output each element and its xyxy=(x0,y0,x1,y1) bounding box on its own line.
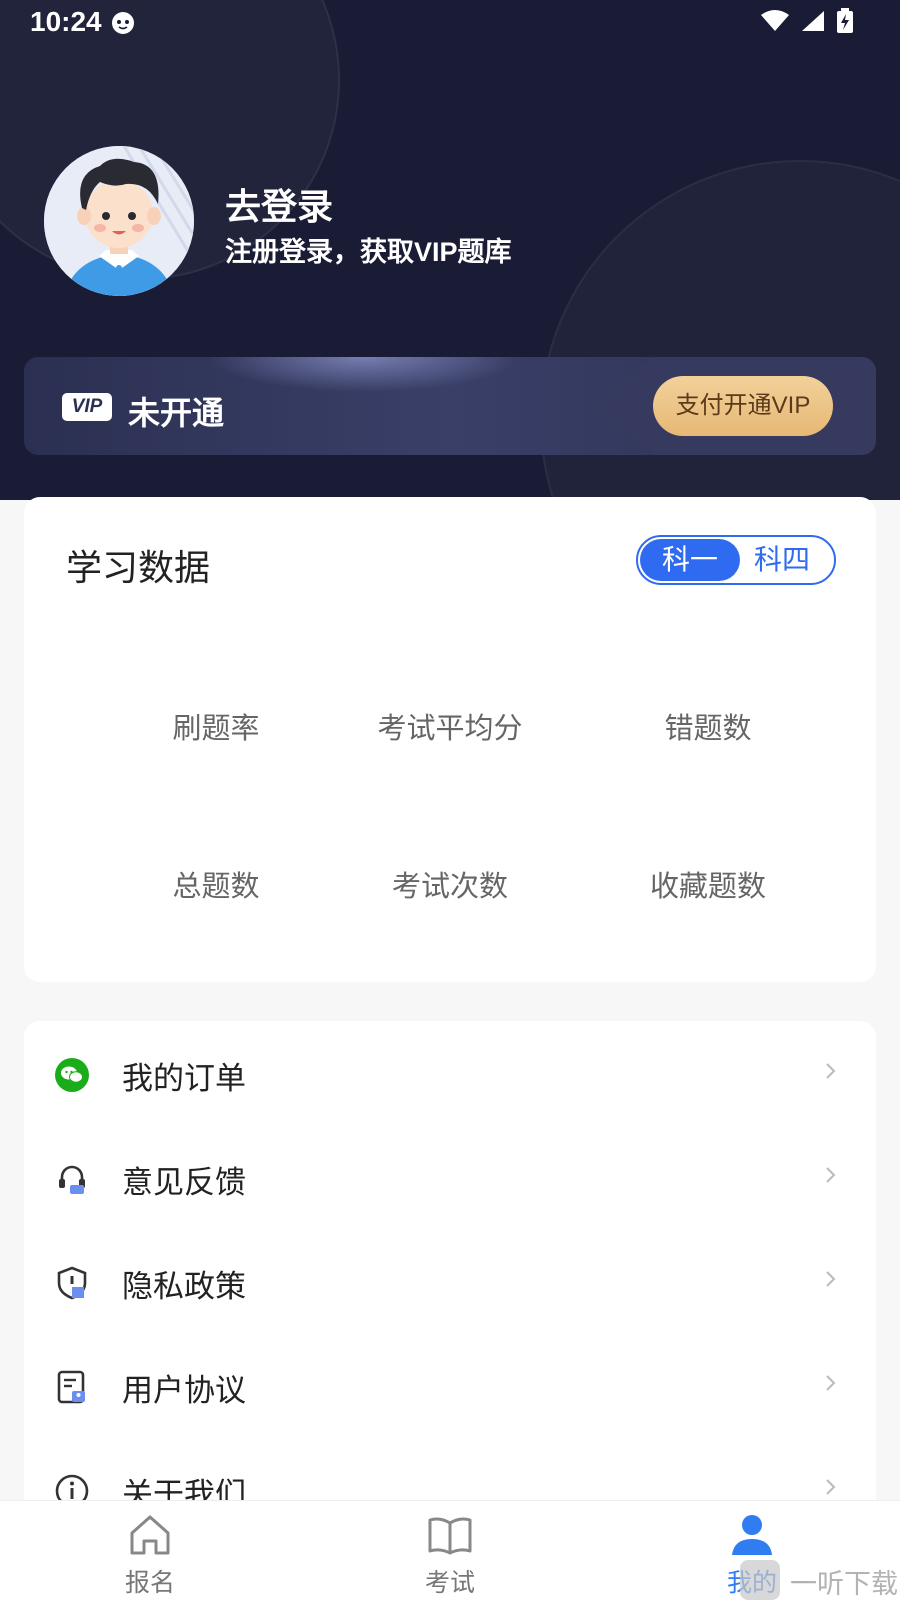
menu-item-label: 我的订单 xyxy=(122,1061,246,1096)
tab-label: 报名 xyxy=(124,1569,175,1597)
menu-item-label: 用户协议 xyxy=(122,1373,246,1408)
wifi-icon xyxy=(761,10,789,31)
subject-toggle-other[interactable]: 科四 xyxy=(742,539,822,581)
watermark-text: 一听下载 xyxy=(790,1569,898,1599)
notification-icon xyxy=(112,12,134,34)
stat-label: 考试平均分 xyxy=(377,713,523,745)
menu-item-orders[interactable]: 我的订单 xyxy=(24,1021,876,1125)
menu-item-label: 意见反馈 xyxy=(122,1165,246,1200)
shield-icon xyxy=(57,1266,87,1300)
status-icons xyxy=(760,8,854,34)
chevron-right-icon xyxy=(826,1271,836,1287)
menu-item-feedback[interactable]: 意见反馈 xyxy=(24,1125,876,1229)
stat-label: 错题数 xyxy=(664,713,752,745)
watermark-logo-icon xyxy=(740,1560,780,1600)
login-subtitle[interactable]: 注册登录，获取VIP题库 xyxy=(225,230,512,269)
menu-item-privacy[interactable]: 隐私政策 xyxy=(24,1229,876,1333)
avatar-illustration xyxy=(44,146,194,296)
study-data-title: 学习数据 xyxy=(66,547,211,588)
tab-register[interactable]: 报名 xyxy=(80,1501,220,1600)
chevron-right-icon xyxy=(826,1063,836,1079)
tab-label: 考试 xyxy=(424,1569,475,1597)
profile-screen: 10:24 去登录 注册登录，获取VIP题库 VIP 未开通 支付开通VIP 学… xyxy=(0,0,900,1600)
wechat-icon xyxy=(55,1058,89,1092)
subject-toggle-selected[interactable]: 科一 xyxy=(640,539,740,581)
user-icon xyxy=(732,1515,772,1555)
menu-item-agreement[interactable]: 用户协议 xyxy=(24,1333,876,1437)
stat-label: 总题数 xyxy=(172,871,260,903)
document-icon xyxy=(57,1370,85,1404)
vip-badge: VIP xyxy=(62,393,112,421)
watermark: 一听下载 xyxy=(740,1558,900,1600)
status-time: 10:24 xyxy=(30,6,102,37)
study-data-card: 学习数据 科一 科四 刷题率 考试平均分 错题数 总题数 考试次数 收藏题数 xyxy=(24,497,876,982)
battery-icon xyxy=(837,8,853,33)
stat-label: 刷题率 xyxy=(172,713,260,745)
chevron-right-icon xyxy=(826,1375,836,1391)
book-icon xyxy=(428,1517,472,1555)
menu-item-label: 隐私政策 xyxy=(122,1269,246,1304)
login-title[interactable]: 去登录 xyxy=(225,178,333,230)
headset-icon xyxy=(59,1165,85,1194)
tab-exam[interactable]: 考试 xyxy=(380,1501,520,1600)
chevron-right-icon xyxy=(826,1167,836,1183)
stat-label: 考试次数 xyxy=(391,871,508,903)
subject-toggle: 科一 科四 xyxy=(636,535,836,585)
pay-vip-button[interactable]: 支付开通VIP xyxy=(653,376,833,436)
status-bar: 10:24 xyxy=(0,0,900,46)
home-icon xyxy=(130,1515,170,1555)
vip-status: 未开通 xyxy=(128,395,225,431)
chevron-right-icon xyxy=(826,1479,836,1495)
signal-icon xyxy=(802,11,824,31)
avatar[interactable] xyxy=(44,146,194,296)
stat-label: 收藏题数 xyxy=(649,871,766,903)
